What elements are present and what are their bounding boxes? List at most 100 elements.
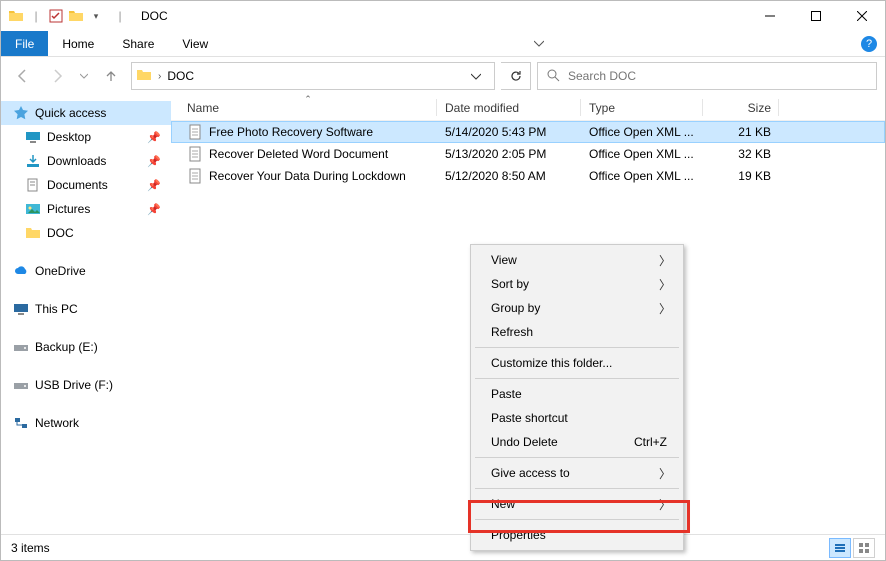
sidebar-item-downloads[interactable]: Downloads 📌 [1, 149, 171, 173]
sidebar-label: This PC [35, 302, 78, 316]
cm-customize[interactable]: Customize this folder... [473, 351, 681, 375]
file-type: Office Open XML ... [581, 169, 703, 183]
sidebar-item-quick-access[interactable]: Quick access [1, 101, 171, 125]
chevron-right-icon[interactable]: › [158, 71, 161, 82]
address-bar[interactable]: › DOC [131, 62, 495, 90]
ribbon-tabs: File Home Share View ? [1, 31, 885, 57]
refresh-button[interactable] [501, 62, 531, 90]
view-details-button[interactable] [829, 538, 851, 558]
properties-qat-icon[interactable] [47, 7, 65, 25]
chevron-right-icon: 〉 [659, 496, 671, 513]
sidebar-label: USB Drive (F:) [35, 378, 113, 392]
breadcrumb[interactable]: DOC [167, 69, 194, 83]
sidebar-label: Desktop [47, 130, 91, 144]
separator [475, 457, 679, 458]
sidebar-label: Quick access [35, 106, 106, 120]
cm-paste-shortcut[interactable]: Paste shortcut [473, 406, 681, 430]
cm-label: Undo Delete [491, 435, 558, 449]
cm-give-access[interactable]: Give access to 〉 [473, 461, 681, 485]
ribbon-expand-icon[interactable] [534, 37, 544, 51]
status-count: 3 items [11, 541, 50, 555]
document-icon [187, 124, 203, 140]
document-icon [187, 146, 203, 162]
cm-view[interactable]: View〉 [473, 248, 681, 272]
cm-label: View [491, 253, 517, 267]
chevron-right-icon: 〉 [659, 276, 671, 293]
cm-properties[interactable]: Properties [473, 523, 681, 547]
tab-file[interactable]: File [1, 31, 48, 56]
drive-icon [13, 377, 29, 393]
title-bar: | ▾ | DOC [1, 1, 885, 31]
folder-icon [25, 225, 41, 241]
sort-caret-icon: ⌃ [304, 94, 312, 105]
up-button[interactable] [97, 62, 125, 90]
recent-dropdown[interactable] [77, 62, 91, 90]
file-row[interactable]: Recover Your Data During Lockdown 5/12/2… [171, 165, 885, 187]
address-bar-row: › DOC [1, 57, 885, 95]
cm-label: Give access to [491, 466, 570, 480]
cm-label: New [491, 497, 515, 511]
cm-group[interactable]: Group by〉 [473, 296, 681, 320]
context-menu: View〉 Sort by〉 Group by〉 Refresh Customi… [470, 244, 684, 551]
address-dropdown-icon[interactable] [462, 63, 490, 89]
view-icons-button[interactable] [853, 538, 875, 558]
column-label: Name [187, 101, 219, 115]
tab-view[interactable]: View [168, 32, 222, 56]
maximize-button[interactable] [793, 1, 839, 31]
sidebar-item-pictures[interactable]: Pictures 📌 [1, 197, 171, 221]
file-type: Office Open XML ... [581, 125, 703, 139]
cm-sort[interactable]: Sort by〉 [473, 272, 681, 296]
file-size: 21 KB [703, 125, 779, 139]
sidebar-label: Downloads [47, 154, 106, 168]
qat-divider: | [27, 7, 45, 25]
file-name: Recover Your Data During Lockdown [209, 169, 406, 183]
downloads-icon [25, 153, 41, 169]
separator [475, 519, 679, 520]
folder-icon [67, 7, 85, 25]
sidebar-label: Backup (E:) [35, 340, 98, 354]
qat-divider: | [111, 7, 129, 25]
help-icon[interactable]: ? [861, 36, 877, 52]
chevron-right-icon: 〉 [659, 465, 671, 482]
status-bar: 3 items [1, 534, 885, 560]
column-date[interactable]: Date modified [437, 95, 581, 120]
tab-home[interactable]: Home [48, 32, 108, 56]
file-row[interactable]: Recover Deleted Word Document 5/13/2020 … [171, 143, 885, 165]
forward-button[interactable] [43, 62, 71, 90]
cloud-icon [13, 263, 29, 279]
cm-undo[interactable]: Undo DeleteCtrl+Z [473, 430, 681, 454]
file-row[interactable]: Free Photo Recovery Software 5/14/2020 5… [171, 121, 885, 143]
qat-dropdown-icon[interactable]: ▾ [87, 7, 105, 25]
minimize-button[interactable] [747, 1, 793, 31]
column-type[interactable]: Type [581, 95, 703, 120]
back-button[interactable] [9, 62, 37, 90]
sidebar-item-doc[interactable]: DOC [1, 221, 171, 245]
file-date: 5/14/2020 5:43 PM [437, 125, 581, 139]
search-input[interactable] [568, 69, 868, 83]
tab-share[interactable]: Share [108, 32, 168, 56]
separator [475, 488, 679, 489]
column-name[interactable]: Name ⌃ [179, 95, 437, 120]
folder-icon [136, 67, 152, 86]
cm-new[interactable]: New 〉 [473, 492, 681, 516]
sidebar-label: DOC [47, 226, 74, 240]
close-button[interactable] [839, 1, 885, 31]
quick-access-toolbar: | ▾ | [7, 7, 133, 25]
sidebar-label: Documents [47, 178, 108, 192]
sidebar-item-desktop[interactable]: Desktop 📌 [1, 125, 171, 149]
file-name: Recover Deleted Word Document [209, 147, 388, 161]
sidebar-item-documents[interactable]: Documents 📌 [1, 173, 171, 197]
cm-refresh[interactable]: Refresh [473, 320, 681, 344]
document-icon [187, 168, 203, 184]
search-box[interactable] [537, 62, 877, 90]
sidebar-item-backup[interactable]: Backup (E:) [1, 335, 171, 359]
sidebar-item-network[interactable]: Network [1, 411, 171, 435]
sidebar-item-usb[interactable]: USB Drive (F:) [1, 373, 171, 397]
sidebar-item-thispc[interactable]: This PC [1, 297, 171, 321]
column-size[interactable]: Size [703, 95, 779, 120]
file-date: 5/13/2020 2:05 PM [437, 147, 581, 161]
sidebar-item-onedrive[interactable]: OneDrive [1, 259, 171, 283]
cm-paste[interactable]: Paste [473, 382, 681, 406]
pin-icon: 📌 [147, 203, 161, 216]
file-name: Free Photo Recovery Software [209, 125, 373, 139]
